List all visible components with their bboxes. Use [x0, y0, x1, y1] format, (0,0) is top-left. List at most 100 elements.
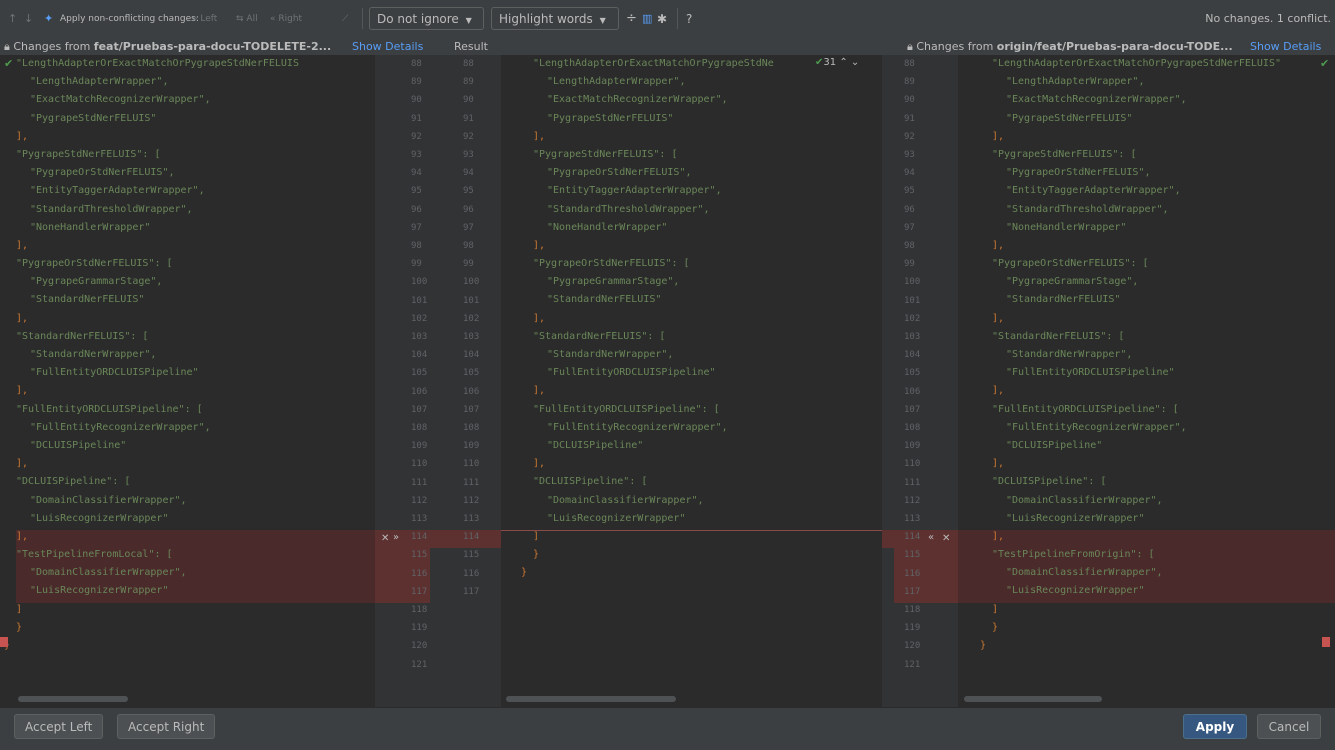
previous-difference-icon[interactable]: ↑	[8, 0, 17, 38]
line-number: 112	[411, 495, 428, 506]
line-number: 99	[463, 259, 474, 270]
gear-icon[interactable]: ✱	[657, 0, 667, 38]
line-number: 110	[463, 459, 480, 470]
inspection-widget[interactable]: ✔31 ⌃ ⌄	[815, 57, 860, 68]
right-editor-pane[interactable]: "LengthAdapterOrExactMatchOrPygrapeStdNe…	[958, 55, 1335, 707]
code-line: "NoneHandlerWrapper"	[1006, 221, 1127, 233]
line-number: 117	[411, 586, 428, 597]
left-horizontal-scrollbar[interactable]	[18, 696, 128, 702]
accept-left-button[interactable]: Accept Left	[14, 714, 104, 739]
line-number: 116	[904, 568, 921, 579]
apply-left-button[interactable]: » Left	[192, 0, 217, 38]
line-number: 90	[904, 95, 915, 106]
line-number: 96	[411, 204, 422, 215]
conflict-marker-line	[501, 530, 882, 531]
code-line: ],	[16, 312, 29, 324]
line-number: 113	[463, 514, 480, 524]
code-line: "StandardNerFELUIS": [	[992, 330, 1125, 342]
right-center-gutter: 88 89 90 91 92 93 94 95 96 97 98 99 100 101 102 103 104 1…	[882, 55, 958, 707]
line-number: 105	[904, 368, 921, 379]
apply-left-change-icon[interactable]: »	[393, 532, 399, 543]
line-number: 107	[904, 404, 921, 415]
code-line: ],	[16, 130, 29, 142]
line-number: 119	[904, 623, 921, 634]
code-line: "LuisRecognizerWrapper"	[30, 512, 169, 524]
result-horizontal-scrollbar[interactable]	[506, 696, 676, 702]
apply-right-change-icon[interactable]: «	[928, 532, 934, 543]
line-number: 108	[463, 423, 480, 433]
code-line: "LengthAdapterOrExactMatchOrPygrapeStdNe…	[16, 58, 299, 69]
apply-non-conflicting-icon[interactable]: ✦	[44, 0, 53, 38]
line-number: 115	[463, 550, 480, 561]
line-number: 109	[904, 441, 921, 452]
code-line: ],	[992, 312, 1005, 324]
line-number: 97	[411, 222, 422, 233]
code-line: "FullEntityORDCLUISPipeline": [	[533, 403, 720, 415]
apply-all-button[interactable]: ⇆ All	[236, 0, 258, 38]
collapse-unchanged-icon[interactable]: ÷	[626, 0, 637, 38]
line-number: 104	[904, 350, 921, 361]
line-number: 90	[463, 95, 474, 106]
sync-scroll-icon[interactable]: ▥	[642, 0, 652, 38]
line-number: 90	[411, 95, 422, 106]
code-line: "PygrapeGrammarStage",	[30, 276, 163, 288]
line-number: 89	[411, 77, 422, 88]
line-number: 91	[463, 113, 474, 124]
result-editor-pane[interactable]: "LengthAdapterOrExactMatchOrPygrapeStdNe…	[501, 55, 882, 707]
magic-resolve-icon[interactable]: ⟋	[342, 0, 348, 38]
code-line: "ExactMatchRecognizerWrapper",	[1006, 94, 1187, 106]
code-line: ],	[992, 385, 1005, 397]
apply-button[interactable]: Apply	[1183, 714, 1247, 739]
line-number: 93	[904, 150, 915, 160]
line-number: 101	[411, 295, 428, 306]
chevron-down-icon[interactable]: ⌄	[851, 57, 859, 68]
code-line: "LengthAdapterWrapper",	[547, 76, 686, 88]
apply-right-button[interactable]: « Right	[270, 0, 302, 38]
code-line: "StandardNerWrapper",	[30, 349, 157, 360]
code-line: "LuisRecognizerWrapper"	[547, 512, 686, 524]
apply-all-label: All	[246, 14, 258, 24]
highlight-mode-select[interactable]: Highlight words ▼	[491, 7, 619, 30]
line-number: 114	[463, 532, 480, 543]
line-number: 109	[411, 441, 428, 452]
code-line: "DCLUISPipeline": [	[16, 476, 131, 488]
ignore-left-change-icon[interactable]: ✕	[381, 533, 389, 544]
ignore-whitespace-select[interactable]: Do not ignore ▼	[369, 7, 484, 30]
result-pane-title: Result	[454, 40, 488, 53]
line-number: 113	[904, 514, 921, 524]
code-line: "PygrapeStdNerFELUIS"	[30, 112, 157, 124]
line-number: 115	[411, 550, 428, 561]
bottom-action-bar: Accept Left Accept Right Apply Cancel	[0, 707, 1335, 750]
help-button[interactable]: ?	[686, 0, 692, 38]
left-show-details-link[interactable]: Show Details	[352, 38, 423, 55]
code-line: "PygrapeGrammarStage",	[547, 276, 680, 288]
code-line: ],	[992, 239, 1005, 251]
line-number: 94	[904, 168, 915, 179]
accept-right-button[interactable]: Accept Right	[117, 714, 216, 739]
code-line: "PygrapeOrStdNerFELUIS": [	[992, 258, 1149, 270]
code-line: "DomainClassifierWrapper",	[547, 494, 704, 506]
code-line: "EntityTaggerAdapterWrapper",	[547, 185, 722, 197]
code-line: "StandardThresholdWrapper",	[30, 203, 193, 215]
code-line: "EntityTaggerAdapterWrapper",	[1006, 185, 1181, 197]
code-line: "FullEntityORDCLUISPipeline"	[1006, 367, 1175, 379]
left-error-stripe-marker	[0, 637, 8, 647]
line-number: 93	[463, 150, 474, 160]
right-show-details-link[interactable]: Show Details	[1250, 38, 1321, 55]
code-line: "StandardNerFELUIS"	[1006, 294, 1121, 306]
result-code: "LengthAdapterOrExactMatchOrPygrapeStdNe…	[521, 55, 882, 582]
ignore-right-change-icon[interactable]: ✕	[942, 533, 950, 544]
code-line: "StandardThresholdWrapper",	[547, 203, 710, 215]
line-number: 95	[411, 186, 422, 197]
chevron-up-icon[interactable]: ⌃	[839, 57, 847, 68]
left-editor-pane[interactable]: "LengthAdapterOrExactMatchOrPygrapeStdNe…	[0, 55, 375, 707]
right-horizontal-scrollbar[interactable]	[964, 696, 1102, 702]
cancel-button[interactable]: Cancel	[1257, 714, 1321, 739]
next-difference-icon[interactable]: ↓	[24, 0, 33, 38]
line-number: 108	[904, 423, 921, 433]
code-line: "DCLUISPipeline"	[1006, 439, 1103, 451]
code-line: }	[992, 621, 999, 633]
line-number: 111	[411, 477, 428, 488]
apply-left-label: Left	[200, 14, 218, 24]
line-number: 105	[463, 368, 480, 379]
